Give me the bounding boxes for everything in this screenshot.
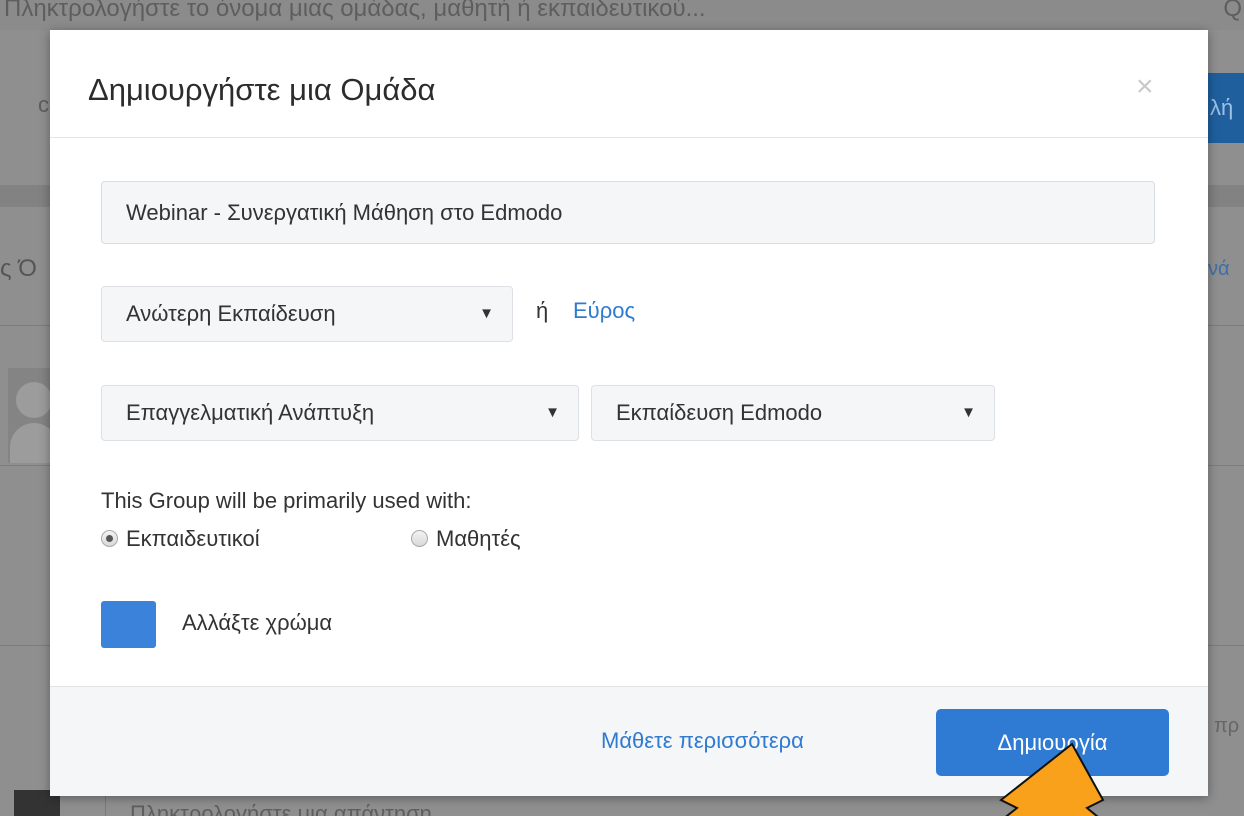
level-select-value: Ανώτερη Εκπαίδευση — [126, 301, 336, 326]
close-icon[interactable]: × — [1136, 70, 1154, 104]
group-name-input[interactable] — [101, 181, 1155, 244]
radio-label: Εκπαιδευτικοί — [126, 526, 260, 551]
used-with-label: This Group will be primarily used with: — [101, 488, 472, 513]
chevron-down-icon: ▼ — [961, 404, 976, 421]
subarea-select-value: Εκπαίδευση Edmodo — [616, 400, 823, 425]
or-text: ή — [536, 298, 549, 323]
background-reply-input: Πληκτρολογήστε μια απάντηση — [105, 796, 1244, 816]
radio-label: Μαθητές — [436, 526, 521, 551]
chevron-down-icon: ▼ — [479, 305, 494, 322]
learn-more-link[interactable]: Μάθετε περισσότερα — [601, 728, 804, 754]
create-button[interactable]: Δημιουργία — [936, 709, 1169, 776]
range-link[interactable]: Εύρος — [573, 298, 635, 324]
color-swatch[interactable] — [101, 601, 156, 648]
level-select[interactable]: Ανώτερη Εκπαίδευση ▼ — [101, 286, 513, 342]
radio-button[interactable] — [411, 530, 428, 547]
chevron-down-icon: ▼ — [545, 404, 560, 421]
background-fragment-left: c — [38, 92, 49, 117]
change-color-link[interactable]: Αλλάξτε χρώμα — [182, 610, 332, 636]
create-group-dialog: Δημιουργήστε μια Ομάδα × Ανώτερη Εκπαίδε… — [50, 30, 1208, 796]
radio-button-checked[interactable] — [101, 530, 118, 547]
subject-select-value: Επαγγελματική Ανάπτυξη — [126, 400, 375, 425]
background-fragment-left-2: ς Ό — [0, 255, 37, 282]
dialog-footer: Μάθετε περισσότερα Δημιουργία — [50, 686, 1208, 796]
background-search-icon: Q — [1223, 0, 1242, 22]
radio-option-teachers[interactable]: Εκπαιδευτικοί — [101, 526, 260, 552]
radio-option-students[interactable]: Μαθητές — [411, 526, 521, 552]
background-avatar — [8, 368, 58, 463]
dialog-title: Δημιουργήστε μια Ομάδα — [88, 72, 436, 107]
subarea-select[interactable]: Εκπαίδευση Edmodo ▼ — [591, 385, 995, 441]
background-fragment-right-2: πρ — [1214, 715, 1240, 737]
background-fragment-right: νά — [1208, 258, 1230, 280]
dialog-header: Δημιουργήστε μια Ομάδα × — [50, 30, 1208, 138]
background-search-bar: Πληκτρολογήστε το όνομα μιας ομάδας, μαθ… — [0, 0, 1244, 30]
background-search-placeholder: Πληκτρολογήστε το όνομα μιας ομάδας, μαθ… — [4, 0, 706, 22]
subject-select[interactable]: Επαγγελματική Ανάπτυξη ▼ — [101, 385, 579, 441]
